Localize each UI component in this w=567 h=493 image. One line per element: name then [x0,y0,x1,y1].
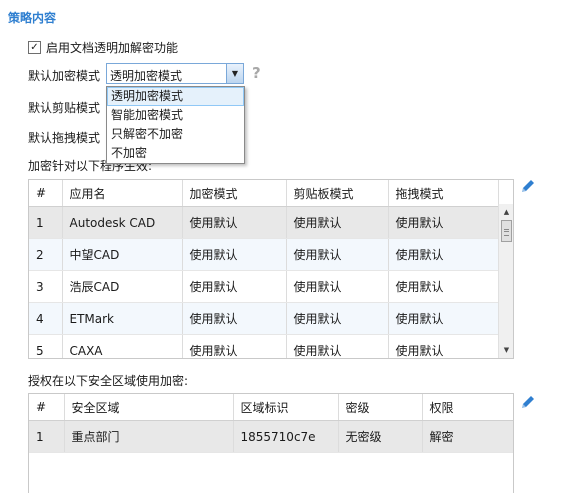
cell-drag-mode: 使用默认 [388,238,499,271]
cell-index: 4 [29,302,63,335]
cell-app-name: CAXA [62,334,183,358]
col-header-zone-id[interactable]: 区域标识 [233,394,339,421]
clipboard-mode-label: 默认剪贴模式 [28,101,101,115]
enable-encryption-label: 启用文档透明加解密功能 [46,41,179,55]
dropdown-option-none[interactable]: 不加密 [107,144,244,163]
dropdown-option-decrypt-only[interactable]: 只解密不加密 [107,125,244,144]
col-header-permission[interactable]: 权限 [422,394,513,421]
cell-clipboard-mode: 使用默认 [286,302,389,335]
cell-encrypt-mode: 使用默认 [182,238,287,271]
cell-app-name: 中望CAD [62,238,183,271]
col-header-drag-mode[interactable]: 拖拽模式 [388,180,499,207]
zones-table-header: # 安全区域 区域标识 密级 权限 [29,394,513,421]
cell-clipboard-mode: 使用默认 [286,206,389,239]
help-icon[interactable]: ? [252,64,261,82]
apps-table-grid: # 应用名 加密模式 剪贴板模式 拖拽模式 1 Autodesk CAD 使用默… [29,180,499,358]
col-header-secure-zone[interactable]: 安全区域 [64,394,234,421]
table-row[interactable]: 5 CAXA 使用默认 使用默认 使用默认 [29,334,499,358]
cell-permission: 解密 [422,420,513,453]
cell-clipboard-mode: 使用默认 [286,334,389,358]
encrypt-mode-value: 透明加密模式 [110,69,183,83]
cell-app-name: ETMark [62,302,183,335]
apps-table-scrollbar[interactable]: ▲ ▼ [498,204,513,358]
checkbox-check-icon[interactable]: ✓ [28,41,41,54]
cell-classification: 无密级 [338,420,423,453]
col-header-encrypt-mode[interactable]: 加密模式 [182,180,287,207]
cell-drag-mode: 使用默认 [388,302,499,335]
table-row[interactable]: 1 重点部门 1855710c7e 无密级 解密 [29,420,513,453]
encrypt-mode-dropdown-list[interactable]: 透明加密模式 智能加密模式 只解密不加密 不加密 [106,86,245,164]
cell-drag-mode: 使用默认 [388,270,499,303]
pencil-icon[interactable] [520,394,536,410]
cell-zone-id: 1855710c7e [233,420,339,453]
cell-drag-mode: 使用默认 [388,334,499,358]
cell-index: 3 [29,270,63,303]
drag-mode-label: 默认拖拽模式 [28,131,101,145]
cell-app-name: Autodesk CAD [62,206,183,239]
zones-table-grid: # 安全区域 区域标识 密级 权限 1 重点部门 1855710c7e 无密级 … [29,394,513,453]
col-header-classification[interactable]: 密级 [338,394,423,421]
table-row[interactable]: 3 浩辰CAD 使用默认 使用默认 使用默认 [29,270,499,303]
scrollbar-thumb[interactable] [501,220,512,242]
pencil-icon[interactable] [520,178,536,194]
cell-encrypt-mode: 使用默认 [182,206,287,239]
dropdown-option-transparent[interactable]: 透明加密模式 [107,87,244,106]
cell-app-name: 浩辰CAD [62,270,183,303]
table-row[interactable]: 1 Autodesk CAD 使用默认 使用默认 使用默认 [29,206,499,239]
scroll-down-icon[interactable]: ▼ [499,343,513,357]
col-header-index[interactable]: # [29,394,65,421]
cell-index: 5 [29,334,63,358]
cell-drag-mode: 使用默认 [388,206,499,239]
cell-clipboard-mode: 使用默认 [286,238,389,271]
col-header-app-name[interactable]: 应用名 [62,180,183,207]
scroll-up-icon[interactable]: ▲ [499,205,513,219]
apps-table: # 应用名 加密模式 剪贴板模式 拖拽模式 1 Autodesk CAD 使用默… [28,179,514,359]
section-title: 策略内容 [8,11,57,25]
cell-encrypt-mode: 使用默认 [182,334,287,358]
dropdown-arrow-icon[interactable]: ▼ [226,64,243,83]
cell-index: 1 [29,206,63,239]
dropdown-option-smart[interactable]: 智能加密模式 [107,106,244,125]
col-header-clipboard-mode[interactable]: 剪贴板模式 [286,180,389,207]
cell-encrypt-mode: 使用默认 [182,270,287,303]
cell-index: 2 [29,238,63,271]
table-row[interactable]: 4 ETMark 使用默认 使用默认 使用默认 [29,302,499,335]
cell-encrypt-mode: 使用默认 [182,302,287,335]
enable-encryption-checkbox[interactable]: ✓ 启用文档透明加解密功能 [28,39,178,56]
cell-clipboard-mode: 使用默认 [286,270,389,303]
encrypt-mode-select[interactable]: 透明加密模式 ▼ [106,63,244,84]
cell-secure-zone: 重点部门 [64,420,234,453]
table-row[interactable]: 2 中望CAD 使用默认 使用默认 使用默认 [29,238,499,271]
cell-index: 1 [29,420,65,453]
encrypt-mode-label: 默认加密模式 [28,69,101,83]
apps-table-header: # 应用名 加密模式 剪贴板模式 拖拽模式 [29,180,499,207]
col-header-index[interactable]: # [29,180,63,207]
zones-table: # 安全区域 区域标识 密级 权限 1 重点部门 1855710c7e 无密级 … [28,393,514,493]
zones-table-label: 授权在以下安全区域使用加密: [28,374,189,388]
